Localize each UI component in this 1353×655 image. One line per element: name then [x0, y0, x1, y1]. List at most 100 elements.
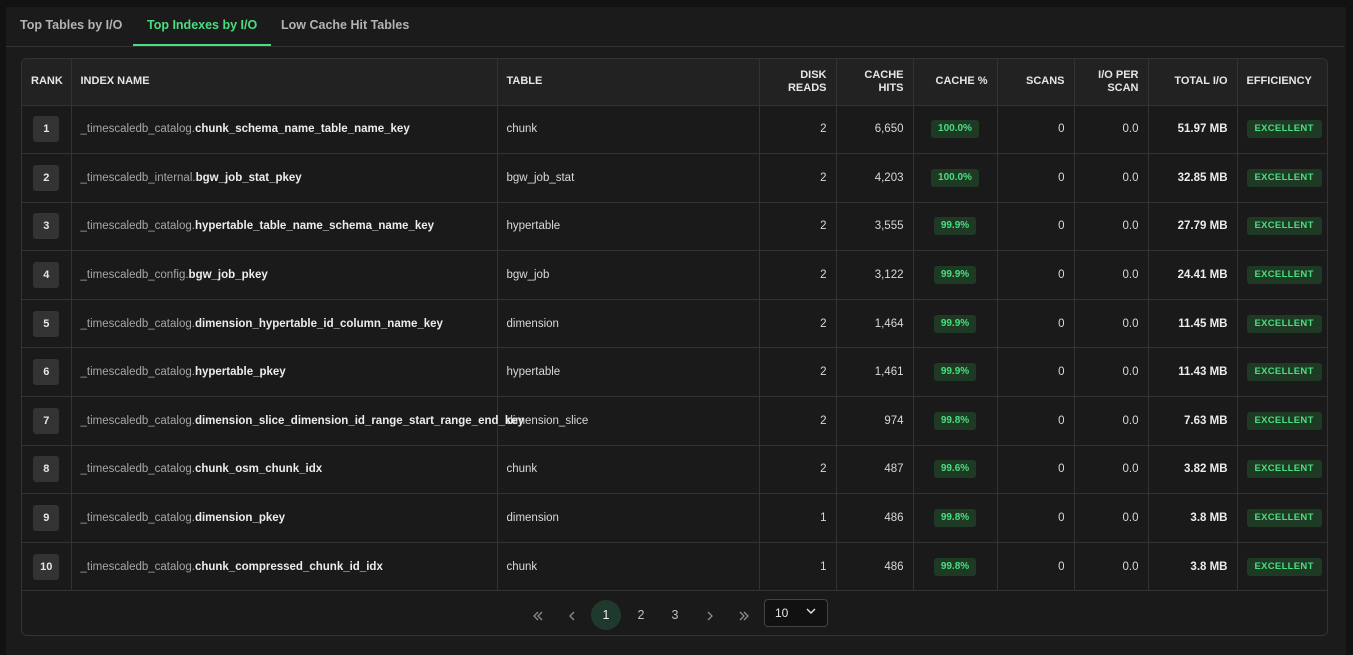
index-name-cell: _timescaledb_catalog.chunk_compressed_ch…	[71, 542, 498, 592]
disk-reads-cell: 2	[759, 153, 837, 203]
index-name: dimension_hypertable_id_column_name_key	[194, 317, 443, 330]
io-per-scan-cell: 0.0	[1074, 250, 1149, 300]
table-row[interactable]: 6 _timescaledb_catalog.hypertable_pkey hyp…	[22, 347, 1327, 398]
table-row[interactable]: 9 _timescaledb_catalog.dimension_pkey dime…	[22, 493, 1327, 543]
io-per-scan-cell: 0.0	[1074, 299, 1149, 349]
cache-pct-cell: 100.0%	[913, 105, 998, 155]
tab-top-indexes[interactable]: Top Indexes by I/O	[133, 7, 272, 46]
cache-pct-badge: 99.8%	[933, 509, 977, 528]
cache-pct-badge: 99.9%	[933, 266, 977, 285]
index-name-cell: _timescaledb_catalog.dimension_pkey	[71, 493, 498, 543]
index-name-cell: _timescaledb_config.bgw_job_pkey	[71, 250, 498, 300]
io-per-scan-cell: 0.0	[1074, 202, 1149, 252]
page-button-1[interactable]: 1	[591, 600, 621, 630]
index-name: hypertable_pkey	[194, 366, 286, 379]
total-io-cell: 24.41 MB	[1148, 250, 1238, 300]
io-stats-panel: Top Tables by I/O Top Indexes by I/O Low…	[6, 7, 1346, 655]
page-button-2[interactable]: 2	[626, 600, 656, 630]
disk-reads-cell: 1	[759, 542, 837, 592]
efficiency-badge: EXCELLENT	[1246, 314, 1322, 333]
total-io-cell: 51.97 MB	[1148, 105, 1238, 155]
disk-reads-cell: 2	[759, 445, 837, 495]
index-name-cell: _timescaledb_catalog.dimension_hypertabl…	[71, 299, 498, 349]
column-header-cache-pct[interactable]: CACHE %	[913, 59, 998, 106]
efficiency-cell: EXCELLENT	[1237, 299, 1327, 349]
rank-badge: 10	[33, 553, 60, 580]
index-name: chunk_schema_name_table_name_key	[194, 123, 410, 136]
table-row[interactable]: 5 _timescaledb_catalog.dimension_hypertab…	[22, 299, 1327, 349]
scans-cell: 0	[997, 542, 1075, 592]
table-name-cell: dimension	[497, 493, 760, 543]
disk-reads-cell: 2	[759, 299, 837, 349]
table-row[interactable]: 8 _timescaledb_catalog.chunk_osm_chunk_id…	[22, 445, 1327, 495]
table-row[interactable]: 7 _timescaledb_catalog.dimension_slice_di…	[22, 396, 1327, 446]
disk-reads-cell: 2	[759, 396, 837, 446]
total-io-cell: 3.8 MB	[1148, 542, 1238, 592]
next-page-button[interactable]	[695, 600, 725, 630]
efficiency-badge: EXCELLENT	[1246, 557, 1322, 576]
chevron-left-icon	[569, 611, 575, 621]
column-header-cache-hits[interactable]: CACHE HITS	[836, 59, 914, 106]
total-io-cell: 3.82 MB	[1148, 445, 1238, 495]
table-row[interactable]: 10 _timescaledb_catalog.chunk_compressed_…	[22, 542, 1327, 592]
rank-cell: 3	[22, 202, 72, 252]
column-header-index-name[interactable]: INDEX NAME	[71, 59, 498, 106]
table-row[interactable]: 3 _timescaledb_catalog.hypertable_table_n…	[22, 202, 1327, 252]
tab-top-tables[interactable]: Top Tables by I/O	[6, 7, 136, 46]
cache-pct-cell: 99.8%	[913, 542, 998, 592]
disk-reads-cell: 2	[759, 105, 837, 155]
io-per-scan-cell: 0.0	[1074, 542, 1149, 592]
efficiency-cell: EXCELLENT	[1237, 202, 1327, 252]
index-schema: _timescaledb_catalog.	[80, 560, 195, 573]
index-name-cell: _timescaledb_catalog.dimension_slice_dim…	[71, 396, 524, 446]
cache-hits-cell: 487	[836, 445, 914, 495]
efficiency-cell: EXCELLENT	[1237, 542, 1327, 592]
cache-pct-badge: 100.0%	[931, 168, 979, 187]
rank-cell: 7	[22, 396, 72, 446]
last-page-button[interactable]	[729, 600, 759, 630]
efficiency-badge: EXCELLENT	[1246, 411, 1322, 430]
pagination: 1 2 3 10	[22, 593, 1327, 635]
total-io-cell: 7.63 MB	[1148, 396, 1238, 446]
tab-low-cache-hit[interactable]: Low Cache Hit Tables	[267, 7, 423, 46]
scans-cell: 0	[997, 202, 1075, 252]
table-row[interactable]: 1 _timescaledb_catalog.chunk_schema_name_…	[22, 105, 1327, 155]
rank-badge: 2	[33, 164, 60, 191]
column-header-total-io[interactable]: TOTAL I/O	[1148, 59, 1238, 106]
rank-cell: 2	[22, 153, 72, 203]
column-header-rank[interactable]: RANK	[22, 59, 72, 106]
efficiency-cell: EXCELLENT	[1237, 493, 1327, 543]
column-header-disk-reads[interactable]: DISK READS	[759, 59, 837, 106]
cache-pct-badge: 99.9%	[933, 314, 977, 333]
table-name-cell: chunk	[497, 542, 760, 592]
cache-hits-cell: 3,122	[836, 250, 914, 300]
efficiency-cell: EXCELLENT	[1237, 105, 1327, 155]
prev-page-button[interactable]	[557, 600, 587, 630]
cache-pct-badge: 99.6%	[933, 460, 977, 479]
index-name: dimension_pkey	[194, 512, 286, 525]
rank-cell: 6	[22, 347, 72, 398]
cache-pct-cell: 99.9%	[913, 202, 998, 252]
io-per-scan-cell: 0.0	[1074, 347, 1149, 398]
column-header-efficiency[interactable]: EFFICIENCY	[1237, 59, 1327, 106]
table-row[interactable]: 4 _timescaledb_config.bgw_job_pkey bgw_job…	[22, 250, 1327, 300]
table-name-cell: bgw_job	[497, 250, 760, 300]
column-header-io-per-scan[interactable]: I/O PER SCAN	[1074, 59, 1149, 106]
efficiency-badge: EXCELLENT	[1246, 509, 1322, 528]
column-header-table[interactable]: TABLE	[497, 59, 760, 106]
io-per-scan-cell: 0.0	[1074, 493, 1149, 543]
cache-pct-badge: 99.9%	[933, 363, 977, 382]
table-row[interactable]: 2 _timescaledb_internal.bgw_job_stat_pkey…	[22, 153, 1327, 203]
io-per-scan-cell: 0.0	[1074, 445, 1149, 495]
page-size-select[interactable]: 10	[764, 599, 828, 627]
column-header-scans[interactable]: SCANS	[997, 59, 1075, 106]
efficiency-cell: EXCELLENT	[1237, 445, 1327, 495]
index-schema: _timescaledb_catalog.	[80, 463, 195, 476]
rank-cell: 1	[22, 105, 72, 155]
first-page-button[interactable]	[523, 600, 553, 630]
index-schema: _timescaledb_catalog.	[80, 317, 195, 330]
tab-bar: Top Tables by I/O Top Indexes by I/O Low…	[6, 7, 1344, 47]
cache-pct-cell: 99.6%	[913, 445, 998, 495]
table-name-cell: hypertable	[497, 202, 760, 252]
page-button-3[interactable]: 3	[660, 600, 690, 630]
